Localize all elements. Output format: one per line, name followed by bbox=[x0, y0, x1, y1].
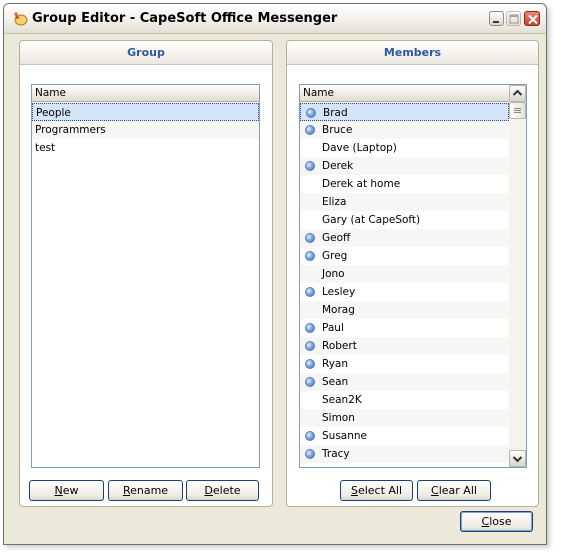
group-name: People bbox=[36, 107, 71, 119]
member-list-item[interactable]: Ryan bbox=[300, 355, 509, 373]
rename-button-label: ename bbox=[130, 484, 169, 497]
member-list-item[interactable]: Simon bbox=[300, 409, 509, 427]
member-name: Simon bbox=[322, 412, 355, 424]
title-bar[interactable]: Group Editor - CapeSoft Office Messenger bbox=[4, 4, 546, 34]
grip-icon bbox=[514, 108, 521, 113]
online-status-icon bbox=[305, 449, 315, 459]
select-all-mnemonic: S bbox=[350, 484, 358, 497]
online-status-icon bbox=[305, 377, 315, 387]
members-scrollbar[interactable] bbox=[509, 85, 526, 467]
group-editor-window: Group Editor - CapeSoft Office Messenger… bbox=[3, 3, 547, 545]
members-list[interactable]: Name Brad Bruce Dave (Laptop) Derek Derek at… bbox=[299, 84, 527, 468]
member-list-item[interactable]: Robert bbox=[300, 337, 509, 355]
clear-all-label: lear All bbox=[438, 484, 477, 497]
member-name: Robert bbox=[322, 340, 357, 352]
member-list-item[interactable]: Lesley bbox=[300, 283, 509, 301]
member-list-item[interactable]: Dave (Laptop) bbox=[300, 139, 509, 157]
member-name: Bruce bbox=[322, 124, 353, 136]
new-group-button[interactable]: New bbox=[29, 480, 104, 501]
member-list-item[interactable]: Gary (at CapeSoft) bbox=[300, 211, 509, 229]
member-list-item[interactable]: Susanne bbox=[300, 427, 509, 445]
member-name: Paul bbox=[322, 322, 344, 334]
scroll-down-button[interactable] bbox=[509, 450, 526, 467]
scroll-up-button[interactable] bbox=[509, 85, 526, 102]
members-panel-heading: Members bbox=[287, 41, 538, 65]
member-list-item[interactable]: Paul bbox=[300, 319, 509, 337]
maximize-icon bbox=[509, 14, 519, 24]
members-panel: Members Name Brad Bruce Dave (Laptop) Derek… bbox=[286, 40, 539, 507]
group-list[interactable]: Name People Programmers test bbox=[31, 84, 260, 468]
chevron-up-icon bbox=[512, 89, 523, 96]
member-name: Morag bbox=[322, 304, 355, 316]
maximize-button[interactable] bbox=[506, 11, 521, 26]
member-list-item[interactable]: Derek at home bbox=[300, 175, 509, 193]
member-name: Sean2K bbox=[322, 394, 362, 406]
clear-all-button[interactable]: Clear All bbox=[417, 480, 491, 501]
minimize-button[interactable] bbox=[489, 11, 504, 26]
group-list-item[interactable]: test bbox=[32, 139, 259, 157]
delete-button-label: elete bbox=[212, 484, 241, 497]
online-status-icon bbox=[305, 125, 315, 135]
clear-all-mnemonic: C bbox=[431, 484, 439, 497]
member-list-item[interactable]: Sean bbox=[300, 373, 509, 391]
member-name: Brad bbox=[323, 107, 348, 119]
group-name: test bbox=[35, 142, 56, 154]
member-name: Eliza bbox=[322, 196, 347, 208]
rename-group-button[interactable]: Rename bbox=[108, 480, 183, 501]
group-panel-heading: Group bbox=[20, 41, 272, 65]
member-list-item[interactable]: Bruce bbox=[300, 121, 509, 139]
online-status-icon bbox=[305, 161, 315, 171]
online-status-icon bbox=[305, 251, 315, 261]
online-status-icon bbox=[305, 431, 315, 441]
member-name: Jono bbox=[322, 268, 345, 280]
member-list-item[interactable]: Derek bbox=[300, 157, 509, 175]
member-name: Susanne bbox=[322, 430, 367, 442]
close-button[interactable]: Close bbox=[460, 511, 533, 532]
member-name: Derek at home bbox=[322, 178, 401, 190]
member-list-item[interactable]: Eliza bbox=[300, 193, 509, 211]
member-list-item[interactable]: Morag bbox=[300, 301, 509, 319]
group-name: Programmers bbox=[35, 124, 106, 136]
close-button-label: lose bbox=[489, 515, 512, 528]
online-status-icon bbox=[305, 341, 315, 351]
group-list-name-header[interactable]: Name bbox=[32, 85, 259, 102]
online-status-icon bbox=[305, 233, 315, 243]
new-button-label: ew bbox=[62, 484, 79, 497]
member-list-item[interactable]: Greg bbox=[300, 247, 509, 265]
group-panel: Group Name People Programmers test New Ren… bbox=[19, 40, 273, 507]
delete-group-button[interactable]: Delete bbox=[186, 480, 259, 501]
select-all-label: elect All bbox=[357, 484, 403, 497]
close-window-button[interactable] bbox=[524, 11, 540, 26]
messenger-app-icon bbox=[14, 12, 28, 26]
member-list-item[interactable]: Jono bbox=[300, 265, 509, 283]
new-button-mnemonic: N bbox=[54, 484, 63, 497]
close-icon bbox=[528, 14, 538, 25]
member-name: Gary (at CapeSoft) bbox=[322, 214, 421, 226]
minimize-icon bbox=[493, 21, 499, 23]
window-title: Group Editor - CapeSoft Office Messenger bbox=[32, 11, 338, 26]
select-all-button[interactable]: Select All bbox=[340, 480, 413, 501]
scroll-thumb[interactable] bbox=[509, 102, 526, 119]
member-name: Lesley bbox=[322, 286, 356, 298]
member-name: Tracy bbox=[322, 448, 350, 460]
member-name: Ryan bbox=[322, 358, 349, 370]
delete-button-mnemonic: D bbox=[204, 484, 213, 497]
online-status-icon bbox=[305, 359, 315, 369]
member-name: Sean bbox=[322, 376, 349, 388]
member-name: Greg bbox=[322, 250, 348, 262]
chevron-down-icon bbox=[512, 456, 523, 463]
member-list-item[interactable]: Sean2K bbox=[300, 391, 509, 409]
member-name: Dave (Laptop) bbox=[322, 142, 397, 154]
member-list-item[interactable]: Brad bbox=[300, 103, 509, 121]
group-list-item[interactable]: People bbox=[32, 103, 259, 121]
member-list-item[interactable]: Geoff bbox=[300, 229, 509, 247]
online-status-icon bbox=[305, 287, 315, 297]
group-list-item[interactable]: Programmers bbox=[32, 121, 259, 139]
online-status-icon bbox=[305, 323, 315, 333]
member-name: Geoff bbox=[322, 232, 351, 244]
member-name: Derek bbox=[322, 160, 354, 172]
members-list-name-header[interactable]: Name bbox=[300, 85, 509, 102]
online-status-icon bbox=[306, 108, 316, 118]
member-list-item[interactable]: Tracy bbox=[300, 445, 509, 463]
